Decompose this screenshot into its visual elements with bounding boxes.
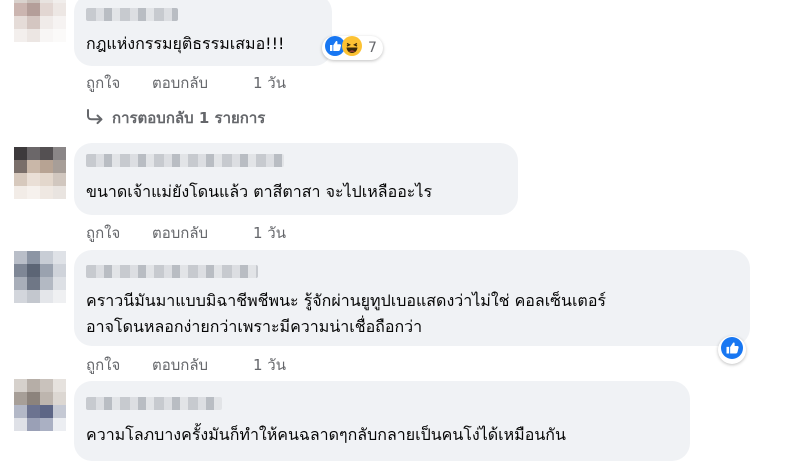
avatar[interactable] [14,379,66,431]
like-icon [721,337,743,363]
comment-text: อาจโดนหลอกง่ายกว่าเพราะมีความน่าเชื่อถือ… [86,317,423,336]
comment-actions: ถูกใจ ตอบกลับ 1 วัน [86,71,286,95]
comment-text: กฎแห่งกรรมยุติธรรมเสมอ!!! [86,34,285,53]
comment-bubble: คราวนีมันมาแบบมิฉาชีพชีพนะ รู้จักผ่านยูท… [74,250,750,346]
avatar[interactable] [14,0,66,42]
comment-text: ความโลภบางครั้งมันก็ทำให้คนฉลาดๆกลับกลาย… [86,425,566,444]
comment-text: ขนาดเจ้าแม่ยังโดนแล้ว ตาสีตาสา จะไปเหลือ… [86,182,433,201]
reply-arrow-icon [86,108,104,129]
timestamp[interactable]: 1 วัน [253,71,286,95]
haha-icon [342,36,362,60]
reply-button[interactable]: ตอบกลับ [152,71,253,95]
commenter-name[interactable] [86,265,258,278]
reaction-count: 7 [368,40,377,56]
avatar[interactable] [14,251,66,303]
comment-bubble: กฎแห่งกรรมยุติธรรมเสมอ!!! [74,0,332,66]
commenter-name[interactable] [86,397,222,410]
timestamp[interactable]: 1 วัน [253,353,286,377]
reply-button[interactable]: ตอบกลับ [152,353,253,377]
comment-actions: ถูกใจ ตอบกลับ 1 วัน [86,353,286,377]
commenter-name[interactable] [86,8,178,21]
like-button[interactable]: ถูกใจ [86,221,152,245]
like-button[interactable]: ถูกใจ [86,353,152,377]
timestamp[interactable]: 1 วัน [253,221,286,245]
view-replies-label: การตอบกลับ 1 รายการ [112,109,266,127]
comment-actions: ถูกใจ ตอบกลับ 1 วัน [86,221,286,245]
comment-bubble: ขนาดเจ้าแม่ยังโดนแล้ว ตาสีตาสา จะไปเหลือ… [74,143,518,215]
reaction-summary[interactable] [718,336,746,364]
like-button[interactable]: ถูกใจ [86,71,152,95]
comment-text: คราวนีมันมาแบบมิฉาชีพชีพนะ รู้จักผ่านยูท… [86,291,607,310]
comment-bubble: ความโลภบางครั้งมันก็ทำให้คนฉลาดๆกลับกลาย… [74,381,690,461]
commenter-name[interactable] [86,154,284,167]
reply-button[interactable]: ตอบกลับ [152,221,253,245]
reaction-summary[interactable]: 7 [322,36,383,60]
view-replies-link[interactable]: การตอบกลับ 1 รายการ [86,106,265,130]
avatar[interactable] [14,147,66,199]
